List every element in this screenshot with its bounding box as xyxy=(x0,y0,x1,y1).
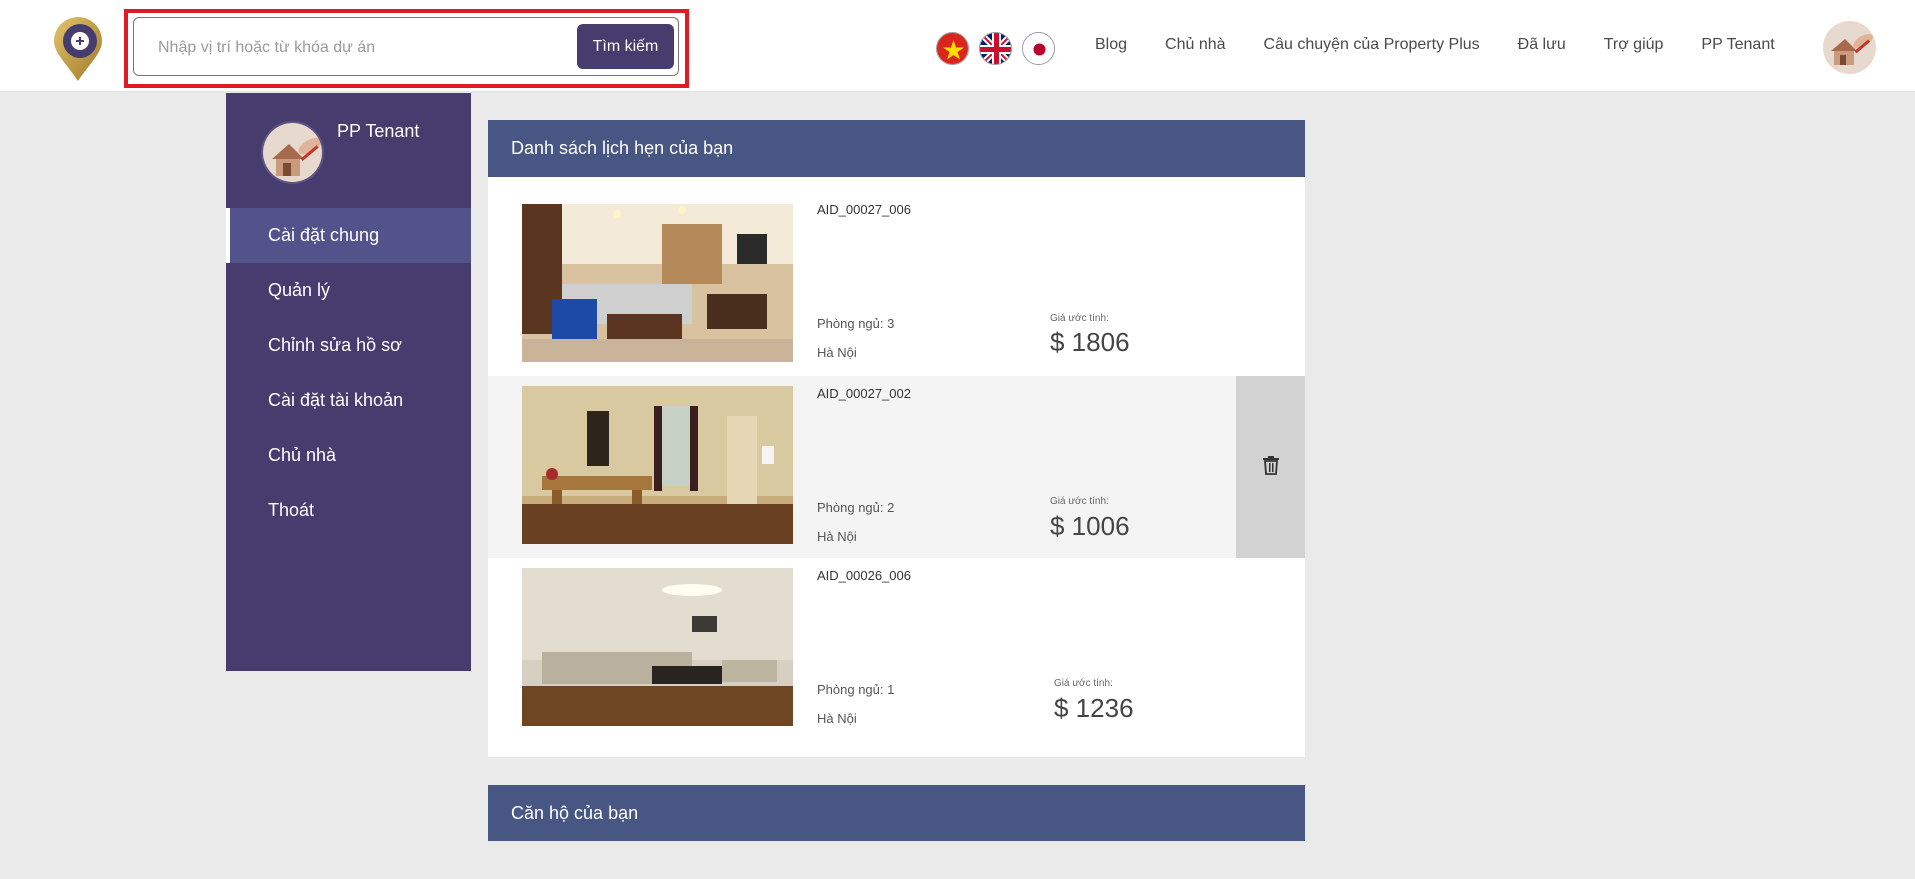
nav-help[interactable]: Trợ giúp xyxy=(1604,36,1664,54)
appointments-list: AID_00027_006 Phòng ngủ: 3 Hà Nội Giá ướ… xyxy=(488,177,1305,757)
city-label: Hà Nội xyxy=(817,529,857,544)
apartments-header: Căn hộ của bạn xyxy=(488,785,1305,841)
search-input[interactable] xyxy=(158,36,538,60)
city-label: Hà Nội xyxy=(817,345,857,360)
price-value: $ 1236 xyxy=(1054,693,1134,723)
property-photo[interactable] xyxy=(522,568,793,726)
price-label: Giá ước tính: xyxy=(1054,678,1113,689)
profile-name: PP Tenant xyxy=(337,121,420,141)
appointment-id: AID_00027_006 xyxy=(817,202,911,217)
property-plus-logo[interactable] xyxy=(48,15,108,83)
sidebar-menu: Cài đặt chung Quản lý Chỉnh sửa hồ sơ Cà… xyxy=(226,208,471,538)
price-label: Giá ước tính: xyxy=(1050,496,1109,507)
sidebar-profile: PP Tenant xyxy=(226,93,471,208)
nav-blog[interactable]: Blog xyxy=(1095,36,1127,54)
avatar[interactable] xyxy=(261,121,324,184)
user-avatar[interactable] xyxy=(1823,21,1876,74)
top-header: Tìm kiếm Blog Chủ nhà Câu chuyện của Pro… xyxy=(0,0,1915,92)
sidebar-item-landlord[interactable]: Chủ nhà xyxy=(226,428,471,483)
search-button[interactable]: Tìm kiếm xyxy=(577,24,674,69)
list-item[interactable]: AID_00027_006 Phòng ngủ: 3 Hà Nội Giá ướ… xyxy=(488,177,1305,362)
list-item[interactable]: AID_00026_006 Phòng ngủ: 1 Hà Nội Giá ướ… xyxy=(488,558,1305,740)
city-label: Hà Nội xyxy=(817,711,857,726)
price-value: $ 1806 xyxy=(1050,327,1130,357)
nav-story[interactable]: Câu chuyện của Property Plus xyxy=(1264,36,1480,54)
sidebar-item-edit-profile[interactable]: Chỉnh sửa hồ sơ xyxy=(226,318,471,373)
property-photo[interactable] xyxy=(522,386,793,544)
bedroom-count: Phòng ngủ: 1 xyxy=(817,682,895,697)
appointments-header: Danh sách lịch hẹn của bạn xyxy=(488,120,1305,177)
uk-flag-icon[interactable] xyxy=(979,32,1012,65)
nav-landlord[interactable]: Chủ nhà xyxy=(1165,36,1226,54)
bedroom-count: Phòng ngủ: 3 xyxy=(817,316,895,331)
sidebar-item-manage[interactable]: Quản lý xyxy=(226,263,471,318)
appointment-id: AID_00027_002 xyxy=(817,386,911,401)
sidebar-item-account-settings[interactable]: Cài đặt tài khoản xyxy=(226,373,471,428)
account-sidebar: PP Tenant Cài đặt chung Quản lý Chỉnh sử… xyxy=(226,93,471,671)
nav-user[interactable]: PP Tenant xyxy=(1701,36,1774,54)
trash-icon xyxy=(1262,455,1280,480)
bedroom-count: Phòng ngủ: 2 xyxy=(817,500,895,515)
appointment-id: AID_00026_006 xyxy=(817,568,911,583)
list-item[interactable]: AID_00027_002 Phòng ngủ: 2 Hà Nội Giá ướ… xyxy=(488,376,1305,558)
nav-saved[interactable]: Đã lưu xyxy=(1518,36,1566,54)
vietnam-flag-icon[interactable] xyxy=(936,32,969,65)
language-switcher xyxy=(936,32,1055,66)
japan-flag-icon[interactable] xyxy=(1022,32,1055,65)
price-value: $ 1006 xyxy=(1050,511,1130,541)
delete-appointment-button[interactable] xyxy=(1236,376,1305,558)
main-nav: Blog Chủ nhà Câu chuyện của Property Plu… xyxy=(1095,36,1775,54)
sidebar-item-general-settings[interactable]: Cài đặt chung xyxy=(226,208,471,263)
search-bar: Tìm kiếm xyxy=(133,17,679,76)
price-label: Giá ước tính: xyxy=(1050,313,1109,324)
sidebar-item-logout[interactable]: Thoát xyxy=(226,483,471,538)
property-photo[interactable] xyxy=(522,204,793,362)
